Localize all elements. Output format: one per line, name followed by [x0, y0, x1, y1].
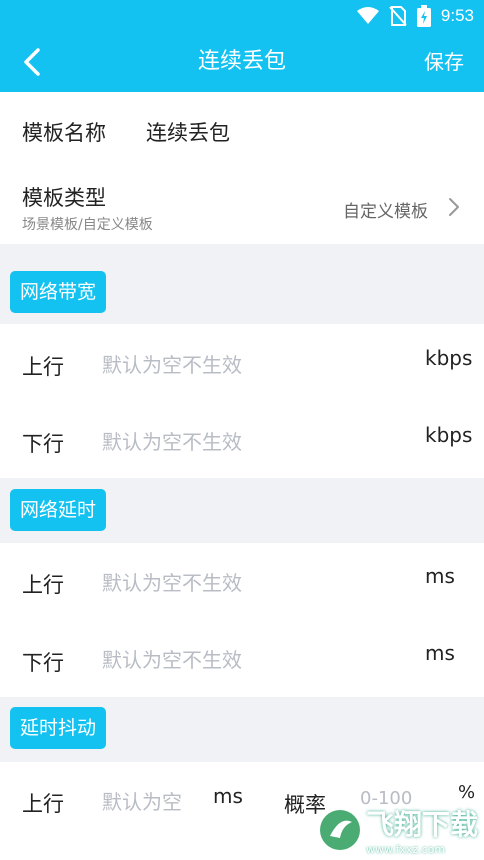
bandwidth-down-label: 下行 [22, 432, 64, 456]
template-info-card: 模板名称 连续丢包 模板类型 场景模板/自定义模板 自定义模板 [0, 92, 484, 244]
latency-up-label: 上行 [22, 573, 64, 597]
watermark-text: 飞翔下载 [365, 808, 478, 841]
section-title-latency: 网络延时 [10, 489, 107, 531]
section-title-jitter: 延时抖动 [10, 707, 107, 749]
latency-up-input[interactable]: 默认为空不生效 [102, 567, 242, 596]
template-type-value: 自定义模板 [343, 202, 428, 222]
latency-down-input[interactable]: 默认为空不生效 [102, 644, 242, 673]
template-type-label: 模板类型 [22, 186, 106, 210]
latency-up-unit: ms [425, 564, 455, 588]
latency-down-label: 下行 [22, 651, 64, 675]
section-title-bandwidth: 网络带宽 [10, 271, 107, 313]
bandwidth-up-unit: kbps [425, 346, 473, 370]
app-bar: 连续丢包 保存 [0, 32, 484, 92]
status-icons: 9:53 [356, 4, 474, 28]
page-title: 连续丢包 [197, 49, 286, 74]
template-type-subtitle: 场景模板/自定义模板 [22, 217, 153, 233]
status-time: 9:53 [440, 6, 474, 25]
bandwidth-up-label: 上行 [22, 355, 64, 379]
latency-card: 上行 默认为空不生效 ms 下行 默认为空不生效 ms [0, 543, 484, 697]
bandwidth-down-unit: kbps [425, 423, 473, 447]
template-name-input[interactable]: 连续丢包 [146, 117, 230, 147]
watermark-url: www.fxxz.com [365, 843, 446, 856]
save-button[interactable]: 保存 [424, 32, 464, 92]
battery-icon [416, 5, 431, 27]
template-type-row[interactable]: 模板类型 场景模板/自定义模板 自定义模板 [0, 172, 484, 244]
bandwidth-down-input[interactable]: 默认为空不生效 [102, 426, 242, 455]
latency-down-unit: ms [425, 641, 455, 665]
template-name-label: 模板名称 [22, 121, 106, 145]
watermark-logo-icon [319, 809, 360, 850]
jitter-up-unit: ms [213, 784, 243, 808]
chevron-right-icon [449, 198, 459, 216]
jitter-up-label: 上行 [22, 792, 64, 816]
jitter-prob-unit: % [458, 782, 476, 803]
back-button[interactable] [14, 44, 50, 80]
chevron-left-icon [24, 48, 40, 76]
no-sim-icon [389, 6, 407, 26]
status-bar: 9:53 [0, 0, 484, 32]
wifi-icon [356, 7, 379, 24]
bandwidth-card: 上行 默认为空不生效 kbps 下行 默认为空不生效 kbps [0, 324, 484, 478]
bandwidth-up-input[interactable]: 默认为空不生效 [102, 349, 242, 378]
jitter-up-input[interactable]: 默认为空 [102, 786, 182, 815]
watermark: 飞翔下载 www.fxxz.com [318, 803, 478, 856]
